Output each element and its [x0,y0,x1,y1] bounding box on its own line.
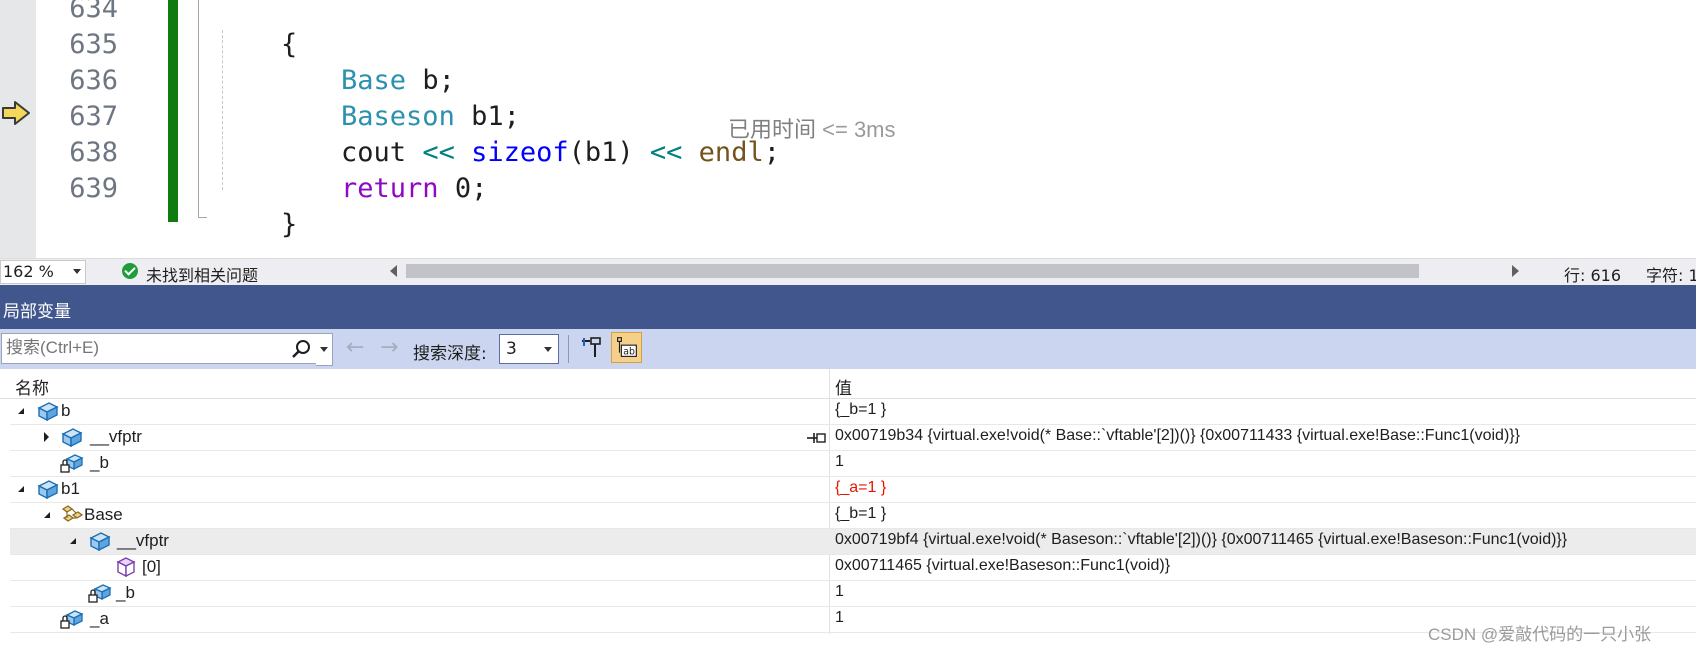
search-options-dropdown[interactable] [316,333,333,366]
object-icon [61,428,83,448]
variable-name: __vfptr [90,427,142,446]
variable-name: __vfptr [117,531,169,550]
object-icon [89,532,111,552]
hexadecimal-display-icon[interactable]: ab [611,332,642,363]
base-class-icon [61,505,84,522]
line-number: 636 [69,65,118,96]
code-text: 0; [438,173,488,204]
code-line[interactable]: return 0; [276,135,487,243]
scroll-right-icon[interactable] [1512,265,1519,277]
variable-value[interactable]: 1 [835,583,844,601]
svg-text:ab: ab [623,347,635,358]
variable-name: _b [116,583,135,602]
change-tracking-bar [168,0,178,222]
line-numbers: 634 635 636 637 638 639 [36,0,136,258]
code-line[interactable]: } [216,171,297,258]
table-row[interactable]: _b 1 [10,581,1696,607]
collapse-icon[interactable] [70,538,76,544]
table-row[interactable]: b {_b=1 } [10,399,1696,425]
code-keyword: return [341,173,439,204]
code-brace: } [281,209,298,240]
search-depth-label: 搜索深度: [413,344,487,364]
perf-tip-value: <= 3ms [822,117,896,142]
column-header-name[interactable]: 名称 [15,374,49,399]
arrow-right-icon[interactable]: → [380,337,404,359]
object-icon [37,402,59,422]
collapse-icon[interactable] [44,512,50,518]
cursor-column: 字符: 1 [1646,266,1696,285]
zoom-dropdown[interactable]: 162 % [0,260,86,284]
watermark: CSDN @爱敲代码的一只小张 [1428,625,1652,644]
search-input[interactable] [4,337,288,359]
column-header-value[interactable]: 值 [835,374,852,399]
table-row[interactable]: _b 1 [10,451,1696,477]
toolbar-separator [568,335,569,363]
perf-tip[interactable]: 已用时间 <= 3ms [728,112,896,144]
locals-toolbar: ← → 搜索深度: 3 ab [0,329,1696,369]
variable-value[interactable]: {_b=1 } [835,401,886,419]
private-field-icon [60,454,84,473]
variable-name: _a [90,609,109,628]
glyph-margin[interactable] [0,0,36,258]
scroll-left-icon[interactable] [390,265,397,277]
issues-status[interactable]: 未找到相关问题 [146,262,258,286]
search-icon[interactable] [291,339,311,359]
private-field-icon [60,610,84,629]
variable-name: b [61,401,71,420]
horizontal-scrollbar-thumb[interactable] [406,264,1419,278]
table-row[interactable]: __vfptr 0x00719b34 {virtual.exe!void(* B… [10,425,1696,451]
line-number: 639 [69,173,118,204]
table-row[interactable]: b1 {_a=1 } [10,477,1696,503]
search-box[interactable] [1,333,317,364]
line-number: 637 [69,101,118,132]
variable-value[interactable]: 0x00711465 {virtual.exe!Baseson::Func1(v… [835,557,1170,575]
search-depth-select[interactable]: 3 [499,334,559,364]
variable-name: b1 [61,479,80,498]
variable-name: [0] [142,557,161,576]
zoom-value: 162 % [3,262,54,281]
outline-guide-end [198,217,207,218]
pin-icon[interactable] [805,432,829,444]
line-number: 634 [69,0,118,24]
table-row[interactable]: [0] 0x00711465 {virtual.exe!Baseson::Fun… [10,555,1696,581]
collapse-icon[interactable] [18,408,24,414]
variable-value[interactable]: {_b=1 } [835,505,886,523]
expand-icon[interactable] [44,432,49,442]
check-circle-icon [122,263,138,279]
cursor-row: 行: 616 [1564,266,1622,285]
code-text: (b1) [568,137,650,168]
line-number: 638 [69,137,118,168]
code-editor[interactable]: 634 635 636 637 638 639 { Base b; Baseso… [0,0,1696,258]
instruction-pointer-arrow-icon[interactable] [1,100,31,126]
locals-window-title: 局部变量 [3,302,71,322]
method-cube-icon [116,557,136,578]
table-row-selected[interactable]: __vfptr 0x00719bf4 {virtual.exe!void(* B… [10,529,1696,555]
outline-guide [198,0,199,218]
variable-value[interactable]: 0x00719b34 {virtual.exe!void(* Base::`vf… [835,427,1520,445]
variable-value[interactable]: 0x00719bf4 {virtual.exe!void(* Baseson::… [835,531,1567,549]
variable-value[interactable]: 1 [835,453,844,471]
pin-icon[interactable] [578,335,606,363]
search-depth-value: 3 [506,339,517,359]
collapse-icon[interactable] [18,486,24,492]
table-row[interactable]: Base {_b=1 } [10,503,1696,529]
editor-status-bar: 162 % 未找到相关问题 行: 616 字符: 1 [0,258,1696,285]
variable-value-changed[interactable]: {_a=1 } [835,479,886,497]
variable-value[interactable]: 1 [835,609,844,627]
arrow-left-icon[interactable]: ← [346,337,370,359]
private-field-icon [88,584,112,603]
chevron-down-icon [73,269,81,274]
locals-window-header[interactable]: 局部变量 [0,285,1696,329]
variable-name: _b [90,453,109,472]
perf-tip-label: 已用时间 [728,117,817,142]
chevron-down-icon [544,347,552,352]
locals-grid-header: 名称 值 [0,369,1696,399]
code-operator: << [649,137,683,168]
object-icon [37,480,59,500]
variable-name: Base [84,505,123,524]
line-number: 635 [69,29,118,60]
